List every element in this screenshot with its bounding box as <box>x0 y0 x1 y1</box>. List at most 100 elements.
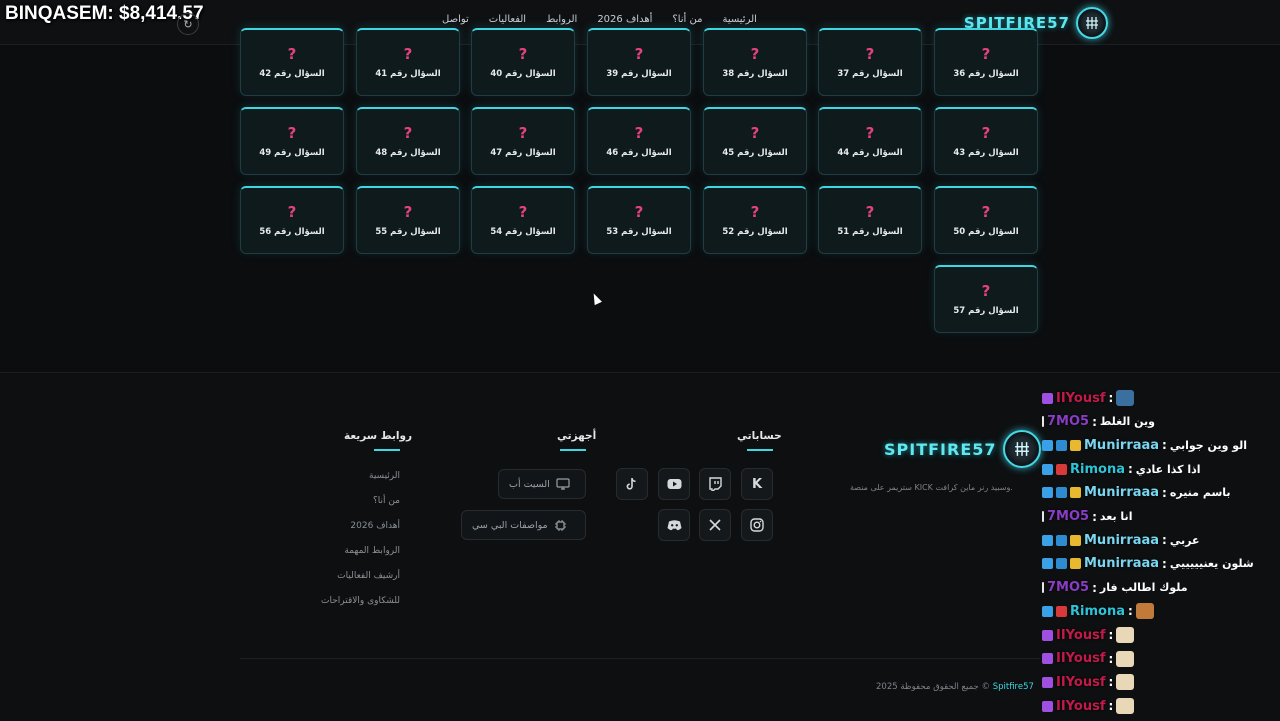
chat-message: Munirraaa: عربي <box>1042 529 1199 551</box>
question-mark-icon: ? <box>287 124 297 142</box>
question-card[interactable]: ? السؤال رقم 49 <box>240 107 344 175</box>
quick-link-important-links[interactable]: الروابط المهمة <box>344 546 400 556</box>
question-card[interactable]: ? السؤال رقم 54 <box>471 186 575 254</box>
chat-badge-icon <box>1056 558 1067 570</box>
chat-badge-icon <box>1070 439 1081 451</box>
question-card[interactable]: ? السؤال رقم 47 <box>471 107 575 175</box>
question-label: السؤال رقم 37 <box>837 69 903 79</box>
question-mark-icon: ? <box>865 45 875 63</box>
chat-message: IIYousf: <box>1042 387 1135 409</box>
nav-home[interactable]: الرئيسية <box>712 14 756 25</box>
chat-badge-icon <box>1042 511 1044 522</box>
question-card[interactable]: ? السؤال رقم 40 <box>471 28 575 96</box>
chat-badge-icon <box>1042 416 1044 428</box>
device-setup-label: السيت أب <box>509 478 550 490</box>
question-card[interactable]: ? السؤال رقم 45 <box>703 107 807 175</box>
chat-separator: : <box>1162 485 1167 500</box>
main-nav: الرئيسية من أنا؟ أهداف 2026 الروابط الفع… <box>432 14 757 25</box>
question-card[interactable]: ? السؤال رقم 37 <box>818 28 922 96</box>
devices-title: أجهزتي <box>557 430 597 442</box>
chat-badge-icon <box>1042 629 1053 641</box>
question-mark-icon: ? <box>634 203 644 221</box>
question-label: السؤال رقم 50 <box>953 227 1019 237</box>
instagram-icon[interactable] <box>741 509 773 541</box>
question-card[interactable]: ? السؤال رقم 41 <box>356 28 460 96</box>
question-label: السؤال رقم 48 <box>375 148 441 158</box>
theme-toggle-icon[interactable]: ↻ <box>177 13 199 35</box>
tiktok-icon[interactable] <box>616 468 648 500</box>
question-card[interactable]: ? السؤال رقم 52 <box>703 186 807 254</box>
chat-badge-icon <box>1042 700 1053 712</box>
chat-emote-icon <box>1135 603 1154 620</box>
question-label: السؤال رقم 36 <box>953 69 1019 79</box>
question-card[interactable]: ? السؤال رقم 55 <box>356 186 460 254</box>
question-card[interactable]: ? السؤال رقم 39 <box>587 28 691 96</box>
logo-emblem-icon <box>1076 7 1108 39</box>
nav-goals[interactable]: أهداف 2026 <box>587 14 662 25</box>
question-mark-icon: ? <box>634 124 644 142</box>
nav-about[interactable]: من أنا؟ <box>662 14 712 25</box>
chat-message: 7MO5: ملوك اطالب فار <box>1042 577 1188 599</box>
question-card[interactable]: ? السؤال رقم 46 <box>587 107 691 175</box>
question-mark-icon: ? <box>403 45 413 63</box>
chat-badge-icon <box>1056 605 1067 617</box>
chat-message: 7MO5: انا بعد <box>1042 506 1132 528</box>
device-setup-button[interactable]: السيت أب <box>498 469 586 499</box>
question-label: السؤال رقم 52 <box>722 227 788 237</box>
question-mark-icon: ? <box>287 203 297 221</box>
question-label: السؤال رقم 46 <box>606 148 672 158</box>
copyright: جميع الحقوق محفوظة 2025 © Spitfire57 <box>876 682 1034 692</box>
chat-badge-icon <box>1056 463 1067 475</box>
footer-logo-text: SPITFIRE57 <box>884 439 997 459</box>
chat-username: IIYousf <box>1056 698 1106 714</box>
question-mark-icon: ? <box>403 203 413 221</box>
chat-message: Rimona: <box>1042 600 1154 622</box>
chat-message: Munirraaa: شلون يعنيييييي <box>1042 553 1254 575</box>
question-card[interactable]: ? السؤال رقم 44 <box>818 107 922 175</box>
twitch-icon[interactable] <box>699 468 731 500</box>
question-card[interactable]: ? السؤال رقم 36 <box>934 28 1038 96</box>
chat-message: Rimona: اذا كذا عادي <box>1042 458 1201 480</box>
chat-text: عربي <box>1169 533 1200 547</box>
chat-separator: : <box>1108 675 1114 690</box>
question-card[interactable]: ? السؤال رقم 38 <box>703 28 807 96</box>
chat-username: IIYousf <box>1056 674 1106 690</box>
question-label: السؤال رقم 45 <box>722 148 788 158</box>
question-card[interactable]: ? السؤال رقم 48 <box>356 107 460 175</box>
chat-username: Munirraaa <box>1084 485 1160 501</box>
nav-events[interactable]: الفعاليات <box>479 14 536 25</box>
quick-link-goals[interactable]: أهداف 2026 <box>350 521 400 531</box>
device-pc-specs-button[interactable]: مواصفات البي سي <box>461 510 586 540</box>
quick-link-feedback[interactable]: للشكاوى والاقتراحات <box>321 596 400 606</box>
question-label: السؤال رقم 55 <box>375 227 441 237</box>
kick-icon[interactable]: K <box>741 468 773 500</box>
x-icon[interactable] <box>699 509 731 541</box>
question-mark-icon: ? <box>981 45 991 63</box>
question-mark-icon: ? <box>865 203 875 221</box>
question-label: السؤال رقم 57 <box>953 306 1019 316</box>
quick-link-about[interactable]: من أنا؟ <box>373 496 400 506</box>
quick-link-home[interactable]: الرئيسية <box>369 471 400 481</box>
youtube-icon[interactable] <box>658 468 690 500</box>
nav-contact[interactable]: تواصل <box>432 14 479 25</box>
chat-emote-icon <box>1116 650 1135 667</box>
quick-links-title: روابط سريعة <box>344 430 413 442</box>
question-card[interactable]: ? السؤال رقم 50 <box>934 186 1038 254</box>
nav-links[interactable]: الروابط <box>536 14 587 25</box>
quick-link-events-archive[interactable]: أرشيف الفعاليات <box>337 571 400 581</box>
question-card[interactable]: ? السؤال رقم 53 <box>587 186 691 254</box>
question-mark-icon: ? <box>981 203 991 221</box>
chat-username: 7MO5 <box>1047 414 1090 430</box>
question-card[interactable]: ? السؤال رقم 56 <box>240 186 344 254</box>
question-card[interactable]: ? السؤال رقم 51 <box>818 186 922 254</box>
discord-icon[interactable] <box>658 509 690 541</box>
copyright-brand-link[interactable]: Spitfire57 <box>993 682 1034 692</box>
question-card[interactable]: ? السؤال رقم 57 <box>934 265 1038 333</box>
footer-logo[interactable]: SPITFIRE57 <box>884 430 1041 468</box>
question-card[interactable]: ? السؤال رقم 42 <box>240 28 344 96</box>
question-label: السؤال رقم 42 <box>259 69 325 79</box>
question-label: السؤال رقم 43 <box>953 148 1019 158</box>
chat-text: باسم منيره <box>1169 486 1231 500</box>
question-card[interactable]: ? السؤال رقم 43 <box>934 107 1038 175</box>
cpu-icon <box>554 519 566 531</box>
